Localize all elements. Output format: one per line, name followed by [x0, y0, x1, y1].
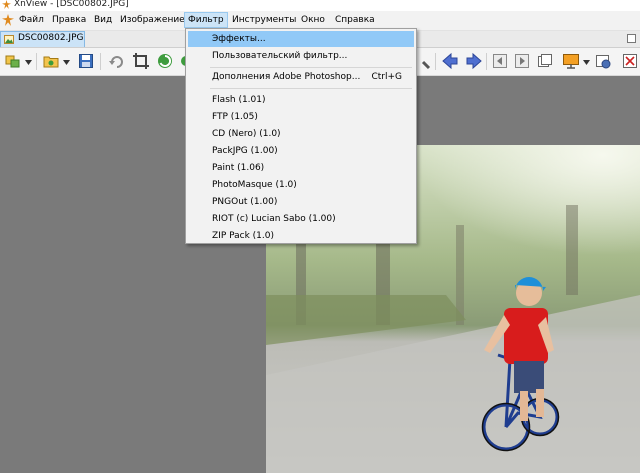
menu-item-riot[interactable]: RIOT (c) Lucian Sabo (1.00): [188, 211, 414, 227]
menu-item-photomasque[interactable]: PhotoMasque (1.0): [188, 177, 414, 193]
menu-item-label: PhotoMasque (1.0): [212, 180, 297, 190]
menu-item-zip-pack[interactable]: ZIP Pack (1.0): [188, 228, 414, 244]
menu-item-label: PackJPG (1.00): [212, 146, 278, 156]
menu-image[interactable]: Изображение: [117, 13, 188, 27]
menu-item-label: Эффекты...: [212, 34, 266, 44]
menu-item-custom-filter[interactable]: Пользовательский фильтр...: [188, 48, 414, 64]
menu-item-flash[interactable]: Flash (1.01): [188, 92, 414, 108]
menu-item-shortcut: Ctrl+G: [371, 72, 402, 82]
menu-item-label: FTP (1.05): [212, 112, 258, 122]
crop-icon[interactable]: [132, 52, 150, 70]
refresh-icon[interactable]: [156, 52, 174, 70]
window-title: XnView - [DSC00802.JPG]: [14, 0, 129, 9]
menu-item-label: ZIP Pack (1.0): [212, 231, 275, 241]
menu-separator: [210, 67, 412, 68]
app-menu-icon[interactable]: [2, 14, 14, 26]
menu-item-label: Paint (1.06): [212, 163, 265, 173]
menu-filter[interactable]: Фильтр: [184, 12, 228, 28]
toolbar-separator: [486, 53, 487, 70]
menu-item-photoshop-plugins[interactable]: Дополнения Adobe Photoshop... Ctrl+G: [188, 69, 414, 85]
menu-item-pngout[interactable]: PNGOut (1.00): [188, 194, 414, 210]
tab-dsc00802[interactable]: DSC00802.JPG: [0, 31, 85, 47]
toolbar-separator: [36, 53, 37, 70]
menu-separator: [210, 88, 412, 89]
toolbar-separator: [435, 53, 436, 70]
menu-item-cd-nero[interactable]: CD (Nero) (1.0): [188, 126, 414, 142]
menu-item-label: Пользовательский фильтр...: [212, 51, 348, 61]
prev-icon[interactable]: [441, 52, 459, 70]
next-icon[interactable]: [465, 52, 483, 70]
menu-view[interactable]: Вид: [91, 13, 115, 27]
menu-item-label: CD (Nero) (1.0): [212, 129, 281, 139]
close-icon[interactable]: [621, 52, 639, 70]
menu-tools[interactable]: Инструменты: [229, 13, 299, 27]
menu-file[interactable]: Файл: [16, 13, 47, 27]
fullscreen-icon[interactable]: [536, 52, 554, 70]
first-page-icon[interactable]: [491, 52, 509, 70]
prev-page-icon[interactable]: [513, 52, 531, 70]
browser-icon[interactable]: [4, 52, 22, 70]
menu-item-packjpg[interactable]: PackJPG (1.00): [188, 143, 414, 159]
menu-item-ftp[interactable]: FTP (1.05): [188, 109, 414, 125]
title-bar: XnView - [DSC00802.JPG]: [0, 0, 640, 11]
save-icon[interactable]: [77, 52, 95, 70]
xnview-logo-icon: [2, 0, 11, 9]
slideshow-icon[interactable]: [562, 52, 580, 70]
close-all-icon[interactable]: [627, 34, 636, 43]
menu-item-paint[interactable]: Paint (1.06): [188, 160, 414, 176]
chevron-down-icon[interactable]: [25, 60, 32, 65]
chevron-down-icon[interactable]: [583, 60, 590, 65]
menu-item-effects[interactable]: Эффекты...: [188, 31, 414, 47]
menu-item-label: RIOT (c) Lucian Sabo (1.00): [212, 214, 336, 224]
undo-icon[interactable]: [108, 52, 126, 70]
chevron-down-icon[interactable]: [63, 60, 70, 65]
menu-item-label: PNGOut (1.00): [212, 197, 278, 207]
tab-label: DSC00802.JPG: [18, 33, 84, 43]
menu-item-label: Flash (1.01): [212, 95, 266, 105]
settings-icon[interactable]: [594, 52, 612, 70]
toolbar-separator: [100, 53, 101, 70]
menu-window[interactable]: Окно: [298, 13, 328, 27]
image-file-icon: [4, 35, 14, 44]
menu-edit[interactable]: Правка: [49, 13, 89, 27]
open-icon[interactable]: [42, 52, 60, 70]
menu-item-label: Дополнения Adobe Photoshop...: [212, 72, 361, 82]
filter-menu-dropdown: Эффекты... Пользовательский фильтр... До…: [185, 28, 417, 244]
menu-help[interactable]: Справка: [332, 13, 378, 27]
